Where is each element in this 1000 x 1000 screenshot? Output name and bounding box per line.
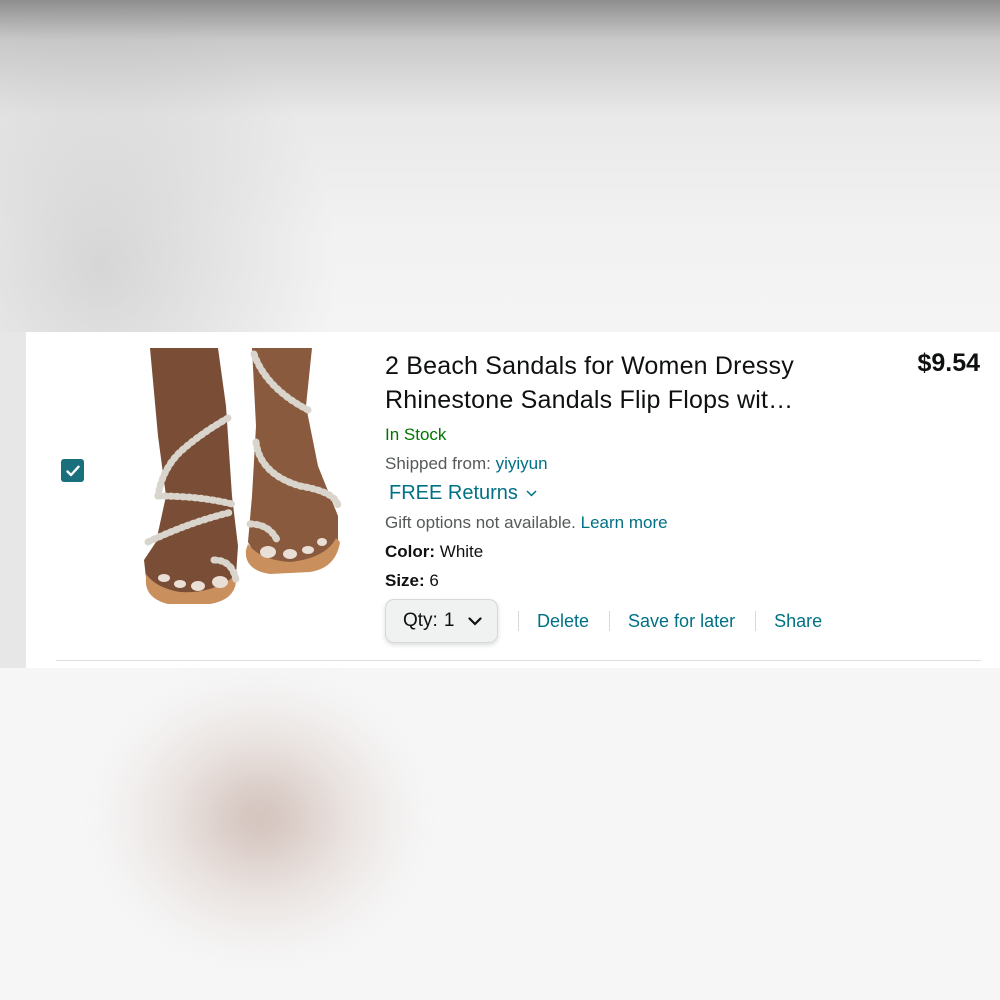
size-label: Size: [385, 571, 425, 590]
action-divider [609, 611, 611, 631]
free-returns-toggle[interactable]: FREE Returns [389, 480, 885, 506]
shipped-from: Shipped from: yiyiyun [385, 452, 885, 476]
qty-label: Qty: [403, 610, 438, 631]
item-actions: Qty: 1 Delete Save for later Share [385, 599, 885, 643]
blurred-background-bottom [0, 668, 1000, 1000]
select-item-checkbox[interactable] [61, 459, 84, 482]
blurred-shape [110, 688, 410, 948]
action-divider [755, 611, 757, 631]
item-divider [56, 660, 981, 661]
gift-options-text: Gift options not available. [385, 513, 576, 532]
item-details: 2 Beach Sandals for Women Dressy Rhinest… [385, 349, 885, 643]
color-value: White [439, 542, 484, 561]
blurred-background-top [0, 0, 1000, 332]
size-attribute: Size: 6 [385, 569, 885, 593]
delete-link[interactable]: Delete [537, 611, 589, 632]
save-for-later-link[interactable]: Save for later [628, 611, 735, 632]
color-attribute: Color: White [385, 540, 885, 564]
free-returns-label: FREE Returns [389, 482, 518, 504]
product-image[interactable] [140, 346, 350, 612]
left-gutter [0, 332, 26, 668]
action-divider [518, 611, 519, 631]
shipped-from-label: Shipped from: [385, 454, 491, 473]
stock-status: In Stock [385, 425, 447, 444]
chevron-down-icon [526, 489, 537, 497]
color-label: Color: [385, 542, 436, 561]
share-link[interactable]: Share [774, 611, 822, 632]
item-price: $9.54 [917, 349, 980, 377]
cart-item-card: $9.54 2 Beach Sandals for Women Dressy R… [26, 332, 1000, 668]
quantity-dropdown[interactable]: Qty: 1 [385, 599, 498, 643]
seller-link[interactable]: yiyiyun [496, 454, 548, 473]
size-value: 6 [429, 571, 439, 590]
learn-more-link[interactable]: Learn more [581, 513, 668, 532]
product-title[interactable]: 2 Beach Sandals for Women Dressy Rhinest… [385, 349, 885, 417]
gift-options: Gift options not available. Learn more [385, 511, 885, 535]
qty-value: 1 [443, 610, 455, 631]
checkmark-icon [65, 465, 80, 476]
chevron-down-icon [468, 616, 483, 626]
